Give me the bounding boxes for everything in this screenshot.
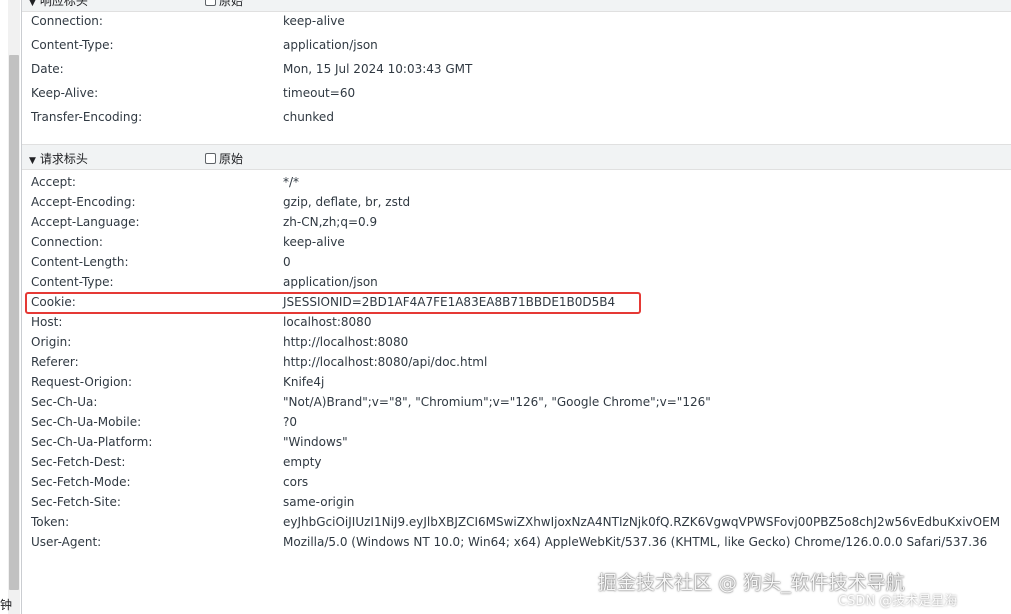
header-row: Sec-Fetch-Site: same-origin <box>22 492 1011 512</box>
response-headers-title: 响应标头 <box>39 0 88 8</box>
header-value: application/json <box>283 275 378 289</box>
response-raw-toggle[interactable]: 原始 <box>205 0 243 9</box>
header-value: zh-CN,zh;q=0.9 <box>283 215 378 229</box>
request-raw-label: 原始 <box>219 152 244 166</box>
header-row: Connection: keep-alive <box>22 232 1011 252</box>
header-name: Accept-Language: <box>31 215 140 229</box>
header-name: Content-Type: <box>31 275 114 289</box>
cookie-highlight-box <box>25 292 641 314</box>
header-row: Sec-Ch-Ua: "Not/A)Brand";v="8", "Chromium… <box>22 392 1011 412</box>
header-value: keep-alive <box>283 235 345 249</box>
header-value: localhost:8080 <box>283 315 372 329</box>
header-row: Request-Origion: Knife4j <box>22 372 1011 392</box>
header-row: Accept: */* <box>22 172 1011 192</box>
header-name: User-Agent: <box>31 535 102 549</box>
header-name: Connection: <box>31 235 103 249</box>
header-row: Host: localhost:8080 <box>22 312 1011 332</box>
header-value: gzip, deflate, br, zstd <box>283 195 411 209</box>
header-value: "Windows" <box>283 435 348 449</box>
header-value: chunked <box>283 110 334 124</box>
triangle-down-icon: ▼ <box>29 0 36 8</box>
header-row: Accept-Language: zh-CN,zh;q=0.9 <box>22 212 1011 232</box>
header-row: Connection: keep-alive <box>22 11 1011 31</box>
header-name: Host: <box>31 315 63 329</box>
header-value: application/json <box>283 38 378 52</box>
header-row: Sec-Fetch-Dest: empty <box>22 452 1011 472</box>
header-value: empty <box>283 455 322 469</box>
header-value: "Not/A)Brand";v="8", "Chromium";v="126",… <box>283 395 711 409</box>
watermark-sub: CSDN @技术是星海 <box>838 594 958 609</box>
checkbox-icon[interactable] <box>205 0 216 6</box>
triangle-down-icon: ▼ <box>29 156 36 166</box>
response-raw-label: 原始 <box>219 0 244 8</box>
header-value: ?0 <box>283 415 298 429</box>
header-name: Sec-Fetch-Site: <box>31 495 121 509</box>
header-row: Sec-Ch-Ua-Mobile: ?0 <box>22 412 1011 432</box>
header-row: Date: Mon, 15 Jul 2024 10:03:43 GMT <box>22 59 1011 79</box>
header-name: Connection: <box>31 14 103 28</box>
header-value: 0 <box>283 255 291 269</box>
header-row: Keep-Alive: timeout=60 <box>22 83 1011 103</box>
header-value: */* <box>283 175 300 189</box>
header-row: Sec-Ch-Ua-Platform: "Windows" <box>22 432 1011 452</box>
header-name: Request-Origion: <box>31 375 133 389</box>
header-value: timeout=60 <box>283 86 356 100</box>
header-name: Sec-Fetch-Mode: <box>31 475 131 489</box>
header-name: Origin: <box>31 335 72 349</box>
header-row: Content-Type: application/json <box>22 35 1011 55</box>
request-headers-toggle[interactable]: ▼ 请求标头 <box>29 150 88 167</box>
request-headers-title: 请求标头 <box>39 152 88 166</box>
header-value: cors <box>283 475 309 489</box>
header-name: Transfer-Encoding: <box>31 110 143 124</box>
header-name: Content-Length: <box>31 255 129 269</box>
header-value: http://localhost:8080/api/doc.html <box>283 355 488 369</box>
header-name: Sec-Fetch-Dest: <box>31 455 126 469</box>
response-headers-toggle[interactable]: ▼ 响应标头 <box>29 0 88 9</box>
request-raw-toggle[interactable]: 原始 <box>205 150 243 167</box>
header-row: User-Agent: Mozilla/5.0 (Windows NT 10.0;… <box>22 532 1011 552</box>
header-row: Transfer-Encoding: chunked <box>22 107 1011 127</box>
checkbox-icon[interactable] <box>205 153 216 164</box>
header-row: Accept-Encoding: gzip, deflate, br, zstd <box>22 192 1011 212</box>
header-row: Origin: http://localhost:8080 <box>22 332 1011 352</box>
header-row: Content-Length: 0 <box>22 252 1011 272</box>
header-name: Date: <box>31 62 64 76</box>
header-name: Accept: <box>31 175 76 189</box>
header-name: Content-Type: <box>31 38 114 52</box>
header-value: keep-alive <box>283 14 345 28</box>
header-value: Mozilla/5.0 (Windows NT 10.0; Win64; x64… <box>283 535 988 549</box>
header-value: same-origin <box>283 495 355 509</box>
left-edge-panel <box>0 0 8 614</box>
header-name: Sec-Ch-Ua: <box>31 395 98 409</box>
headers-panel: ▼ 响应标头 原始 Connection: keep-alive Content-Ty… <box>22 0 1011 614</box>
header-row: Token: eyJhbGciOiJIUzI1NiJ9.eyJlbXBJZCI6M… <box>22 512 1011 532</box>
header-name: Sec-Ch-Ua-Platform: <box>31 435 153 449</box>
header-name: Accept-Encoding: <box>31 195 136 209</box>
header-value: Knife4j <box>283 375 325 389</box>
header-value: http://localhost:8080 <box>283 335 409 349</box>
header-name: Referer: <box>31 355 79 369</box>
header-name: Sec-Ch-Ua-Mobile: <box>31 415 142 429</box>
header-row: Referer: http://localhost:8080/api/doc.ht… <box>22 352 1011 372</box>
header-value: Mon, 15 Jul 2024 10:03:43 GMT <box>283 62 473 76</box>
header-name: Token: <box>31 515 70 529</box>
header-value: eyJhbGciOiJIUzI1NiJ9.eyJlbXBJZCI6MSwiZXh… <box>283 515 1001 529</box>
request-headers-header[interactable]: ▼ 请求标头 原始 <box>22 144 1011 170</box>
left-scrollbar-thumb[interactable] <box>9 55 19 590</box>
left-edge-text: 钟 <box>0 598 13 612</box>
header-row: Content-Type: application/json <box>22 272 1011 292</box>
header-row: Sec-Fetch-Mode: cors <box>22 472 1011 492</box>
header-name: Keep-Alive: <box>31 86 99 100</box>
